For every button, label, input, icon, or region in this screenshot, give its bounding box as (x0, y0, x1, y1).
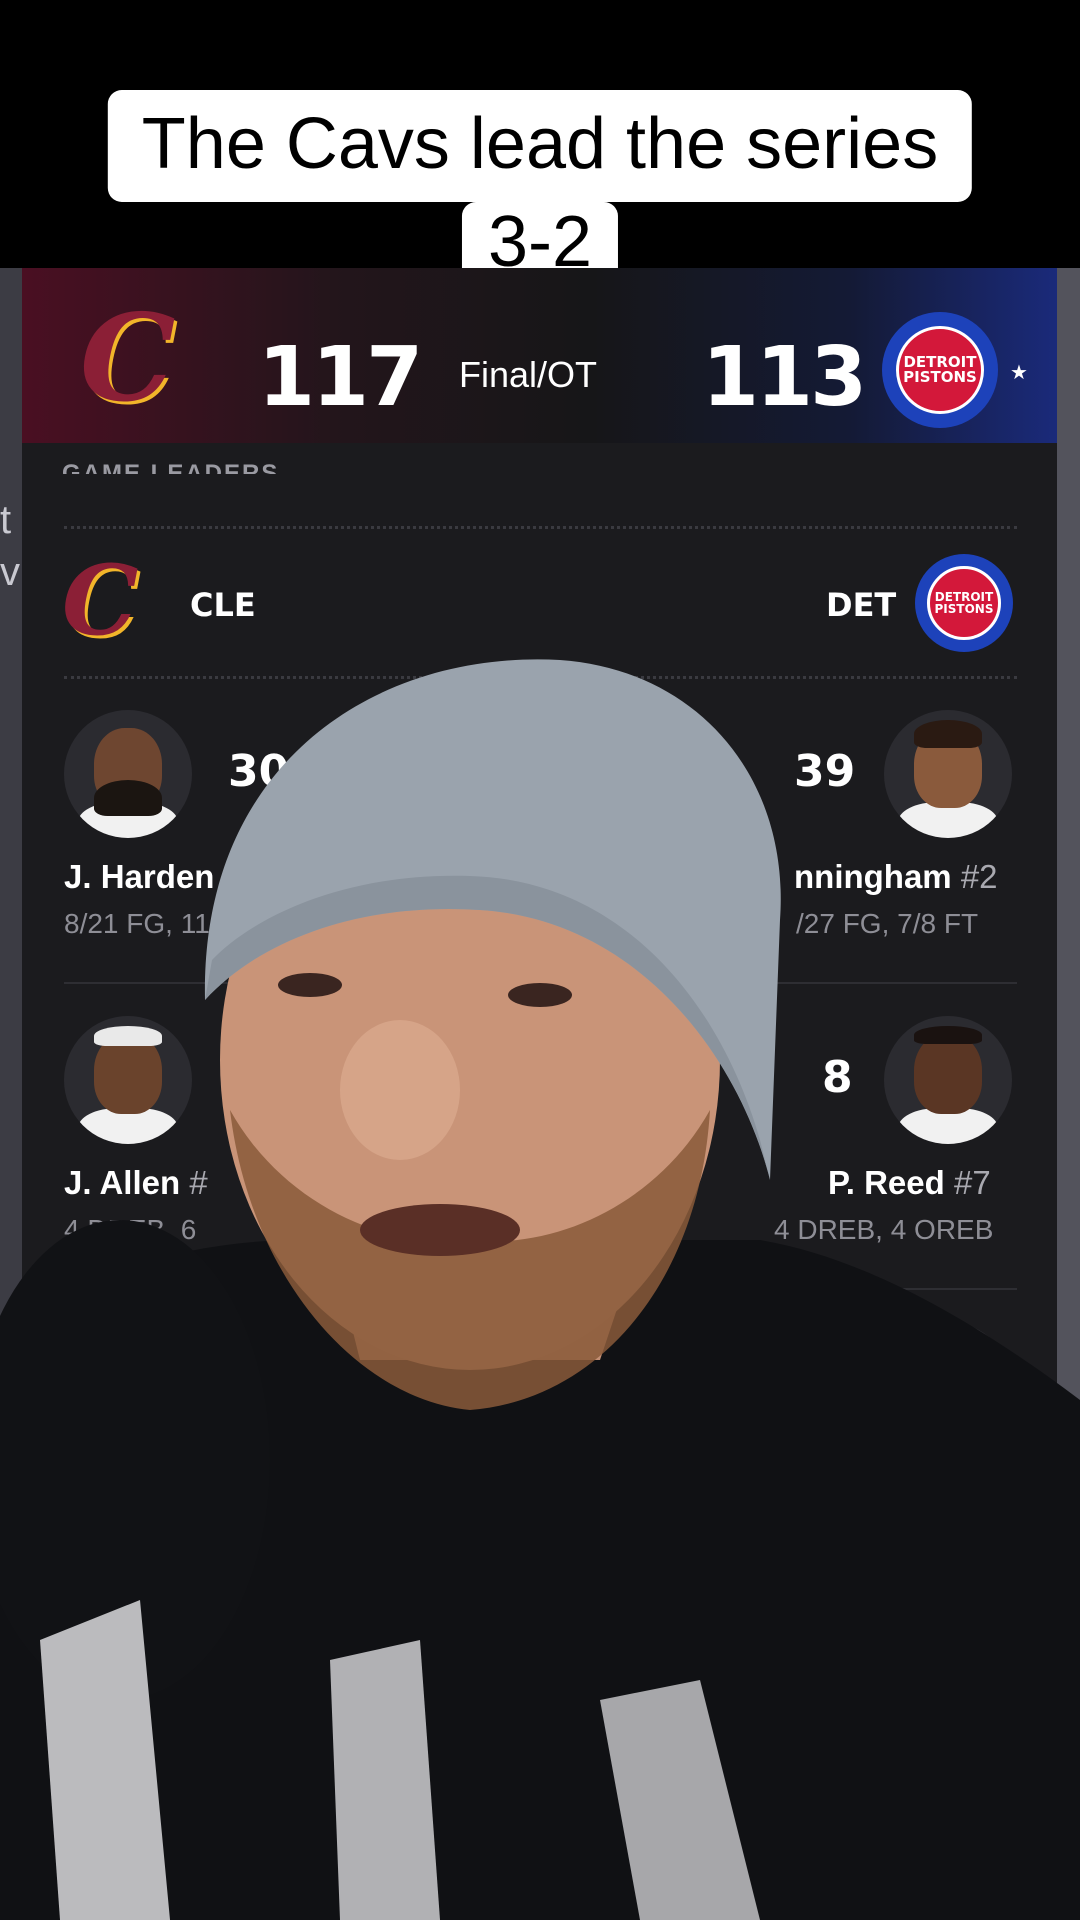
section-title: GAME LEADERS (62, 460, 280, 474)
divider (64, 526, 1017, 529)
pistons-logo-text: PISTONS (934, 601, 994, 616)
background-text: v (0, 550, 20, 594)
pistons-logo-text: PISTONS (903, 367, 977, 386)
score-header: C 117 Final/OT 113 DETROIT PISTONS ★ (22, 268, 1057, 443)
caption-line-1: The Cavs lead the series (107, 90, 973, 202)
home-team-abbr: CLE (190, 586, 256, 624)
away-score: 113 (702, 330, 867, 425)
cavaliers-logo-icon[interactable]: C (80, 288, 176, 429)
star-icon[interactable]: ★ (1010, 360, 1028, 385)
pistons-logo-icon[interactable]: DETROIT PISTONS (882, 312, 998, 428)
home-score: 117 (258, 330, 423, 425)
webcam-person-overlay (0, 659, 1080, 1920)
away-team-abbr: DET (826, 586, 897, 624)
background-text: t (0, 498, 12, 542)
pistons-logo-icon: DETROIT PISTONS (915, 554, 1013, 652)
game-status: Final/OT (459, 354, 598, 395)
